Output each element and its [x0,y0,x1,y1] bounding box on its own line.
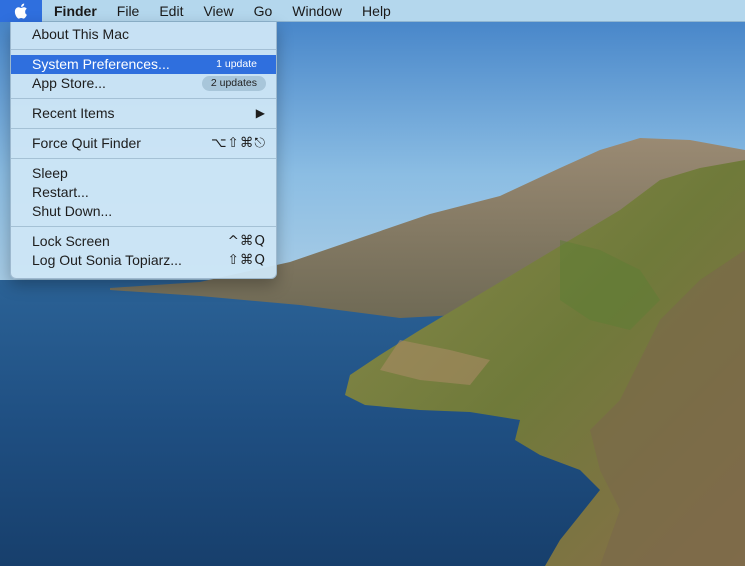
menu-item-label: Sleep [32,165,68,181]
menu-item-label: Recent Items [32,105,115,121]
menu-finder[interactable]: Finder [42,0,107,22]
menu-separator [11,49,276,50]
menu-window[interactable]: Window [282,0,352,22]
keyboard-shortcut: ⌥⇧⌘⎋ [210,135,266,151]
menu-bar: Finder File Edit View Go Window Help [0,0,745,22]
menu-help[interactable]: Help [352,0,401,22]
menu-item-label: Lock Screen [32,233,110,249]
apple-dropdown-menu: About This Mac System Preferences... 1 u… [10,22,277,279]
menu-item-shut-down[interactable]: Shut Down... [11,202,276,221]
menu-item-restart[interactable]: Restart... [11,183,276,202]
menu-item-log-out[interactable]: Log Out Sonia Topiarz... ⇧⌘Q [11,251,276,270]
update-badge: 2 updates [201,76,266,91]
menu-item-label: About This Mac [32,26,130,42]
apple-menu-button[interactable] [0,0,42,22]
menu-separator [11,226,276,227]
menu-item-label: App Store... [32,75,106,91]
keyboard-shortcut: ⇧⌘Q [227,252,266,268]
menu-item-force-quit[interactable]: Force Quit Finder ⌥⇧⌘⎋ [11,134,276,153]
menu-item-label: System Preferences... [32,56,170,72]
menu-item-app-store[interactable]: App Store... 2 updates [11,74,276,93]
menu-item-system-preferences[interactable]: System Preferences... 1 update [11,55,276,74]
menu-item-label: Force Quit Finder [32,135,141,151]
menu-item-label: Shut Down... [32,203,113,219]
menu-item-lock-screen[interactable]: Lock Screen ^⌘Q [11,232,276,251]
menu-edit[interactable]: Edit [149,0,193,22]
update-badge: 1 update [216,58,257,70]
menu-item-label: Restart... [32,184,89,200]
menu-item-about-this-mac[interactable]: About This Mac [11,25,276,44]
menu-go[interactable]: Go [244,0,283,22]
apple-logo-icon [14,3,27,19]
menu-file[interactable]: File [107,0,150,22]
menu-separator [11,158,276,159]
menu-separator [11,128,276,129]
submenu-arrow-icon: ▶ [255,106,265,120]
menu-item-recent-items[interactable]: Recent Items ▶ [11,104,276,123]
keyboard-shortcut: ^⌘Q [227,233,266,249]
menu-item-sleep[interactable]: Sleep [11,164,276,183]
menu-separator [11,98,276,99]
menu-item-label: Log Out Sonia Topiarz... [32,252,182,268]
menu-view[interactable]: View [193,0,243,22]
